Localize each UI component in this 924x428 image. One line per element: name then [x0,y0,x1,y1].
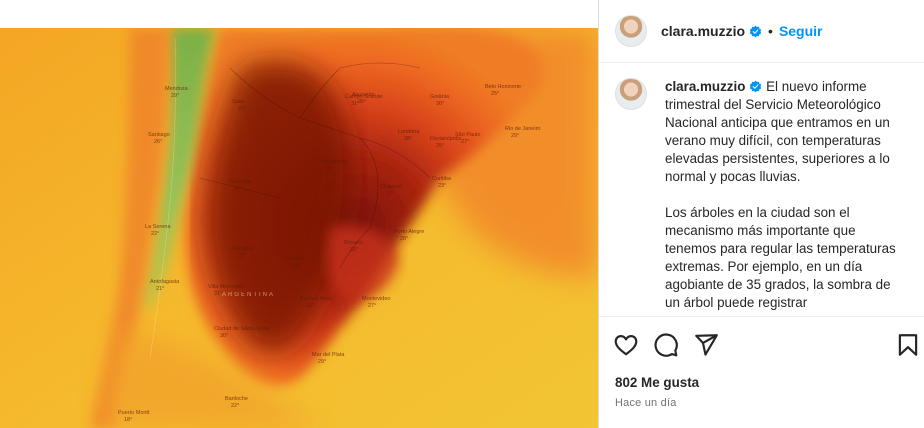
map-city-name: Chapecó [380,184,402,190]
map-city-temp: 25° [436,143,444,149]
map-city-name: Ciudad de Santa Rosa [214,326,270,332]
map-city-temp: 21° [156,286,164,292]
map-city-temp: 28° [404,136,412,142]
post-image[interactable]: Mendoza 29° Salta 27° Tucumán 30° Resistencia 3… [0,0,598,428]
map-city-temp: 22° [151,231,159,237]
avatar[interactable] [615,15,647,47]
map-city-temp: 25° [491,91,499,97]
post-header: clara.muzzio • Seguir [599,0,924,63]
map-city-name: Mar del Plata [312,352,345,358]
caption-row: clara.muzzio El nuevo informe trimestral… [615,78,909,316]
map-city-name: Campo Grande [345,94,383,100]
map-city-name: Salta [232,99,245,105]
map-city-temp: 31° [351,101,359,107]
map-city-temp: 33° [350,247,358,253]
map-city-temp: 32° [238,253,246,259]
post-time[interactable]: Hace un día [615,397,677,409]
map-city-temp: 29° [171,93,179,99]
post-sidebar: clara.muzzio • Seguir clara.muzzio El nu… [598,0,924,428]
map-city-name: Porto Alegre [394,229,424,235]
map-city-name: Belo Horizonte [485,84,521,90]
heat-map-image: Mendoza29°Salta27°Tucumán30°Resistencia3… [0,28,598,428]
map-city-name: São Paulo [455,132,480,138]
caption-text: clara.muzzio El nuevo informe trimestral… [665,78,905,316]
map-city-name: Santiago [148,132,170,138]
map-city-name: Bariloche [225,396,248,402]
map-city-name: Goiânia [430,94,450,100]
bookmark-icon[interactable] [895,332,921,358]
map-city-name: Villa Mercedes [208,284,244,290]
map-city-temp: 27° [386,191,394,197]
map-country-label: ARGENTINA [222,292,275,298]
map-city-name: Curitiba [432,176,452,182]
map-city-name: Buenos Aires [300,296,333,302]
map-city-temp: 18° [124,417,132,423]
map-city-temp: 27° [461,139,469,145]
map-city-name: Londrina [398,129,420,135]
caption-username[interactable]: clara.muzzio [665,79,745,94]
follow-button[interactable]: Seguir [779,23,823,39]
map-city-temp: 28° [400,236,408,242]
map-city-name: Rio de Janeiro [505,126,540,132]
map-city-temp: 29° [511,133,519,139]
map-city-name: Córdoba [232,246,254,252]
map-city-temp: 26° [154,139,162,145]
map-city-temp: 27° [238,106,246,112]
map-city-temp: 23° [438,183,446,189]
likes-count[interactable]: 802 Me gusta [615,375,699,390]
map-city-temp: 29° [318,359,326,365]
map-city-temp: 27° [368,303,376,309]
map-city-name: La Serena [145,224,171,230]
caption-scroll-area[interactable]: clara.muzzio El nuevo informe trimestral… [599,64,924,316]
caption-paragraph-2: Los árboles en la ciudad son el mecanism… [665,205,896,310]
paper-plane-icon[interactable] [693,332,719,358]
map-city-temp: 22° [231,403,239,409]
map-city-name: Mendoza [165,86,189,92]
map-city-name: Resistencia [319,159,348,165]
heart-icon[interactable] [613,332,639,358]
actions-bar: 802 Me gusta Hace un día [599,316,924,428]
map-city-name: Antofagasta [150,279,180,285]
caption-paragraph-1: El nuevo informe trimestral del Servicio… [665,79,890,184]
map-city-temp: 30° [234,186,242,192]
map-city-temp: 30° [220,333,228,339]
verified-badge-icon [750,80,762,93]
caption-avatar[interactable] [615,78,647,110]
map-city-temp: 31° [292,263,300,269]
comment-icon[interactable] [653,332,679,358]
verified-badge-icon [749,25,762,37]
header-username[interactable]: clara.muzzio [661,23,745,39]
separator-dot: • [768,23,773,39]
map-city-name: Tucumán [228,179,251,185]
map-city-temp: 30° [436,101,444,107]
map-city-name: Montevideo [362,296,390,302]
map-city-temp: 33° [306,303,314,309]
map-city-name: Rosario [344,240,363,246]
map-city-temp: 36° [325,166,333,172]
map-city-name: Puerto Montt [118,410,150,416]
map-city-name: Paraná [286,256,305,262]
